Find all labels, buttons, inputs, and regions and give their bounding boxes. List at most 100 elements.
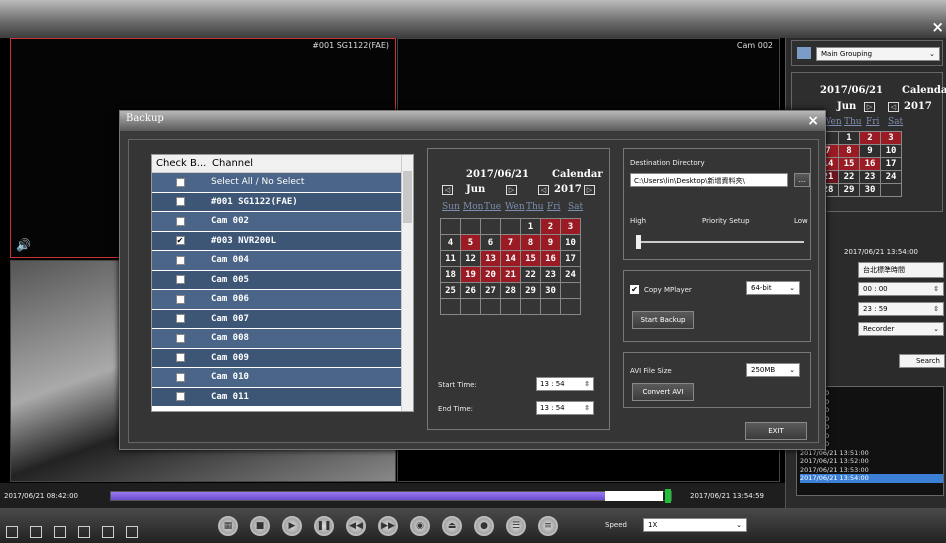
mini-calendar-day[interactable]: 16 [859,157,881,171]
calendar-day[interactable]: 21 [500,266,521,283]
calendar-day[interactable] [560,298,581,315]
calendar-day[interactable]: 13 [480,250,501,267]
calendar-day[interactable]: 22 [520,266,541,283]
layout-36-icon[interactable] [126,526,138,538]
mini-calendar-day[interactable]: 15 [838,157,860,171]
calendar-day[interactable]: 28 [500,282,521,299]
calendar-day[interactable]: 29 [520,282,541,299]
pause-icon[interactable]: ❚❚ [314,516,334,536]
channel-row[interactable]: Cam 007 [152,309,413,329]
play-icon[interactable]: ▶ [282,516,302,536]
calendar-day[interactable]: 8 [520,234,541,251]
destination-path-input[interactable]: C:\Users\lin\Desktop\新增資料夾\ [630,173,788,187]
speaker-icon[interactable]: 🔊 [16,238,31,252]
channel-checkbox[interactable] [175,294,185,304]
timeline-track[interactable] [110,491,672,501]
list-scrollbar[interactable] [401,155,413,411]
avi-size-select[interactable]: 250MB ⌄ [746,363,800,377]
calendar-day[interactable]: 18 [440,266,461,283]
channel-checkbox[interactable] [175,353,185,363]
channel-row[interactable]: Cam 011 [152,387,413,407]
calendar-day[interactable]: 5 [460,234,481,251]
calendar-day[interactable]: 30 [540,282,561,299]
layout-4-icon[interactable] [30,526,42,538]
timeline-handle[interactable] [665,489,671,503]
stop-icon[interactable]: ■ [250,516,270,536]
mini-calendar-day[interactable] [880,183,902,197]
log-entry[interactable]: 2017/06/21 13:52:00 [800,457,943,466]
channel-checkbox[interactable] [175,216,185,226]
calendar-day[interactable]: 6 [480,234,501,251]
channel-checkbox[interactable] [175,333,185,343]
calendar-day[interactable] [500,218,521,235]
mini-calendar-day[interactable]: 17 [880,157,902,171]
group-select[interactable]: Main Grouping ⌄ [816,47,940,61]
calendar-day[interactable] [460,218,481,235]
calendar-day[interactable]: 10 [560,234,581,251]
channel-row[interactable]: Select All / No Select [152,173,413,193]
mini-calendar-day[interactable]: 22 [838,170,860,184]
calendar-day[interactable]: 4 [440,234,461,251]
channel-row[interactable]: Cam 009 [152,348,413,368]
channel-checkbox[interactable] [175,177,185,187]
channel-row[interactable]: Cam 005 [152,270,413,290]
channel-checkbox[interactable] [175,275,185,285]
grid-view-icon[interactable]: ▦ [218,516,238,536]
mini-calendar-day[interactable]: 10 [880,144,902,158]
year-prev-button[interactable]: ◁ [538,185,549,195]
rewind-icon[interactable]: ◀◀ [346,516,366,536]
channel-row[interactable]: Cam 010 [152,368,413,388]
calendar-day[interactable]: 7 [500,234,521,251]
channel-row[interactable]: Cam 002 [152,212,413,232]
calendar-day[interactable]: 26 [460,282,481,299]
calendar-day[interactable]: 12 [460,250,481,267]
log-entry[interactable]: 2017/06/21 13:53:00 [800,466,943,475]
start-time-input[interactable]: 00 : 00 ⇳ [858,282,944,296]
calendar-day[interactable]: 3 [560,218,581,235]
mini-calendar-day[interactable]: 29 [838,183,860,197]
calendar-day[interactable] [540,298,561,315]
calendar-day[interactable]: 25 [440,282,461,299]
channel-row[interactable]: ✔ #003 NVR200L [152,231,413,251]
calendar-day[interactable] [460,298,481,315]
calendar-grid[interactable]: 1 2 3 4 5 6 7 8 9 10 11 12 13 14 15 16 17 18 19 20 21 22 23 24 2… [440,218,581,315]
calendar-day[interactable] [500,298,521,315]
year-prev-button[interactable]: ◁ [888,102,899,112]
speed-select[interactable]: 1X ⌄ [643,518,747,532]
priority-slider-track[interactable] [636,241,804,243]
calendar-day[interactable]: 14 [500,250,521,267]
fast-forward-icon[interactable]: ▶▶ [378,516,398,536]
bitness-select[interactable]: 64-bit ⌄ [746,281,800,295]
mini-calendar-day[interactable]: 3 [880,131,902,145]
start-backup-button[interactable]: Start Backup [632,311,694,329]
mini-calendar-day[interactable]: 30 [859,183,881,197]
month-prev-button[interactable]: ◁ [442,185,453,195]
layout-16-icon[interactable] [78,526,90,538]
snapshot-icon[interactable]: ◉ [410,516,430,536]
channel-checkbox[interactable] [175,197,185,207]
calendar-day[interactable]: 20 [480,266,501,283]
mini-calendar-day[interactable]: 8 [838,144,860,158]
calendar-day[interactable] [480,298,501,315]
channel-row[interactable]: Cam 006 [152,290,413,310]
calendar-day[interactable]: 15 [520,250,541,267]
end-time-input[interactable]: 13 : 54 ⇳ [536,401,594,415]
export-icon[interactable]: ⏏ [442,516,462,536]
search-button[interactable]: Search [899,354,945,368]
channel-row[interactable]: Cam 008 [152,329,413,349]
calendar-day[interactable]: 2 [540,218,561,235]
calendar-day[interactable]: 9 [540,234,561,251]
record-icon[interactable]: ● [474,516,494,536]
calendar-day[interactable]: 11 [440,250,461,267]
source-select[interactable]: Recorder ⌄ [858,322,944,336]
calendar-day[interactable] [480,218,501,235]
calendar-day[interactable] [440,218,461,235]
calendar-day[interactable]: 16 [540,250,561,267]
layout-1-icon[interactable] [6,526,18,538]
calendar-day[interactable]: 23 [540,266,561,283]
channel-row[interactable]: Cam 004 [152,251,413,271]
channel-checkbox[interactable] [175,372,185,382]
exit-button[interactable]: EXIT [745,422,807,440]
timezone-select[interactable]: 台北標準時間 [858,262,944,278]
month-next-button[interactable]: ▷ [506,185,517,195]
